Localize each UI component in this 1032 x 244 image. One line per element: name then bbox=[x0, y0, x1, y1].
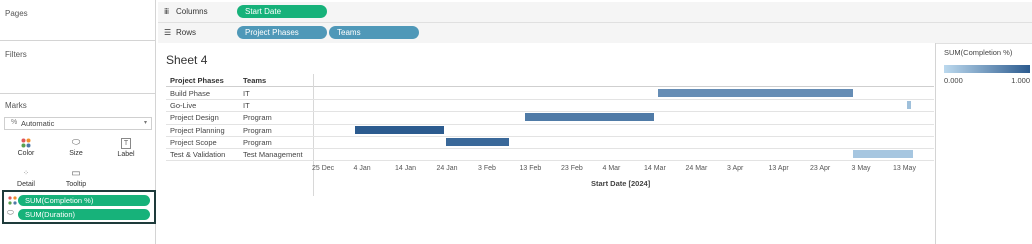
x-axis-title: Start Date [2024] bbox=[591, 179, 651, 188]
filters-title: Filters bbox=[5, 50, 27, 59]
mark-type-dropdown[interactable]: % Automatic ▾ bbox=[4, 117, 152, 130]
x-tick-label: 23 Feb bbox=[561, 165, 583, 172]
legend-title: SUM(Completion %) bbox=[944, 48, 1013, 57]
gantt-bar[interactable] bbox=[525, 113, 654, 122]
size-icon: ⬭ bbox=[71, 137, 81, 148]
row-team-label: Test Management bbox=[243, 150, 303, 159]
x-tick-label: 13 May bbox=[893, 165, 916, 172]
sheet-view[interactable]: Sheet 4 Project Phases Teams Build Phase… bbox=[158, 43, 936, 244]
mark-label-label: Label bbox=[117, 151, 135, 158]
row-divider bbox=[166, 135, 934, 137]
size-card-icon: ⬭ bbox=[7, 208, 14, 217]
mark-type-icon: % bbox=[11, 119, 18, 126]
row-divider bbox=[166, 160, 934, 162]
rows-icon: ☰ bbox=[164, 28, 172, 37]
rows-shelf[interactable]: ☰ Rows Project Phases Teams bbox=[158, 23, 1032, 44]
filters-pane[interactable]: Filters bbox=[0, 41, 156, 94]
mark-label-button[interactable]: T Label bbox=[104, 135, 148, 163]
row-team-label: IT bbox=[243, 89, 250, 98]
row-team-label: IT bbox=[243, 101, 250, 111]
x-tick-label: 3 May bbox=[851, 165, 871, 172]
gantt-bar[interactable] bbox=[446, 137, 509, 146]
gantt-bar[interactable] bbox=[853, 150, 914, 158]
row-phase-label: Project Design bbox=[170, 113, 219, 123]
color-legend[interactable]: SUM(Completion %) 0.000 1.000 bbox=[940, 43, 1032, 103]
x-tick-label: 14 Jan bbox=[395, 165, 417, 172]
x-tick-label: 3 Feb bbox=[478, 165, 496, 172]
x-tick-label: 13 Apr bbox=[768, 165, 789, 172]
rows-label: Rows bbox=[176, 28, 197, 37]
teams-pill[interactable]: Teams bbox=[329, 26, 419, 39]
color-icon bbox=[4, 138, 48, 148]
x-tick-label: 14 Mar bbox=[644, 165, 666, 172]
mark-color-button[interactable]: Color bbox=[4, 135, 48, 163]
start-date-pill[interactable]: Start Date bbox=[237, 5, 327, 18]
mark-tooltip-label: Tooltip bbox=[65, 181, 87, 188]
sheet-title: Sheet 4 bbox=[166, 53, 208, 67]
row-team-label: Program bbox=[243, 125, 272, 135]
row-team-label: Program bbox=[243, 113, 272, 123]
mark-size-button[interactable]: ⬭ Size bbox=[54, 135, 98, 163]
columns-label: Columns bbox=[176, 7, 208, 16]
pages-pane[interactable]: Pages bbox=[0, 0, 156, 41]
mark-detail-label: Detail bbox=[17, 181, 35, 188]
mark-type-label: Automatic bbox=[21, 119, 55, 128]
x-tick-label: 24 Jan bbox=[436, 165, 458, 172]
mark-size-label: Size bbox=[69, 150, 83, 157]
header-project-phases: Project Phases bbox=[170, 76, 224, 85]
row-phase-label: Go-Live bbox=[170, 101, 197, 111]
color-card-icon bbox=[8, 196, 17, 207]
x-tick-label: 4 Jan bbox=[353, 165, 371, 172]
columns-shelf[interactable]: ⅲ Columns Start Date bbox=[158, 2, 1032, 23]
row-divider bbox=[166, 111, 934, 113]
duration-pill[interactable]: SUM(Duration) bbox=[18, 209, 150, 220]
completion-pill[interactable]: SUM(Completion %) bbox=[18, 195, 150, 206]
row-phase-label: Project Scope bbox=[170, 137, 217, 147]
legend-min: 0.000 bbox=[944, 76, 963, 85]
chevron-down-icon: ▾ bbox=[143, 120, 147, 126]
row-phase-label: Build Phase bbox=[170, 89, 211, 98]
row-divider bbox=[166, 148, 934, 149]
project-phases-pill[interactable]: Project Phases bbox=[237, 26, 327, 39]
legend-max: 1.000 bbox=[1011, 76, 1030, 85]
marks-pane: Marks % Automatic ▾ Color ⬭ Size T Label… bbox=[0, 94, 156, 244]
x-tick-label: 4 Mar bbox=[602, 165, 621, 172]
gantt-bar[interactable] bbox=[355, 125, 445, 134]
label-icon: T bbox=[121, 138, 131, 149]
pages-title: Pages bbox=[5, 9, 28, 18]
legend-color-ramp bbox=[944, 65, 1030, 73]
x-tick-label: 25 Dec bbox=[312, 165, 335, 172]
x-tick-label: 23 Apr bbox=[810, 165, 831, 172]
marks-title: Marks bbox=[5, 101, 27, 110]
x-tick-label: 3 Apr bbox=[727, 165, 744, 172]
row-phase-label: Test & Validation bbox=[170, 150, 226, 159]
gantt-bar[interactable] bbox=[907, 101, 912, 110]
tooltip-icon: ▭ bbox=[71, 168, 81, 179]
detail-icon: ⁘ bbox=[23, 170, 29, 177]
columns-icon: ⅲ bbox=[164, 7, 170, 16]
header-teams: Teams bbox=[243, 76, 267, 85]
gantt-bar[interactable] bbox=[658, 89, 854, 97]
x-tick-label: 24 Mar bbox=[685, 165, 708, 172]
x-tick-label: 13 Feb bbox=[519, 165, 542, 172]
row-phase-label: Project Planning bbox=[170, 125, 225, 135]
row-divider bbox=[166, 99, 934, 101]
mark-color-label: Color bbox=[17, 150, 35, 157]
header-divider bbox=[166, 86, 934, 87]
row-divider bbox=[166, 123, 934, 125]
row-team-label: Program bbox=[243, 137, 272, 147]
